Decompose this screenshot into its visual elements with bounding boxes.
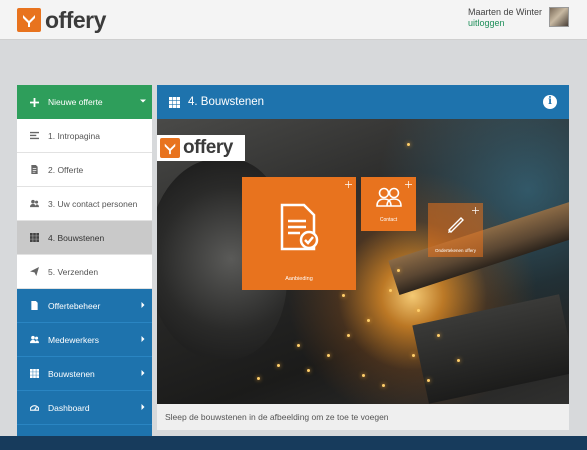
info-icon[interactable]: i [543,95,557,109]
bottom-bar [0,436,587,450]
offery-logo[interactable]: offery [17,8,106,32]
sidebar-item-dashboard[interactable]: Dashboard [17,391,152,425]
building-blocks-canvas[interactable]: offery Aanbieding Contact Ondertekenen o… [157,119,569,404]
document-icon [29,165,39,175]
sidebar-step-label: 4. Bouwstenen [48,232,105,243]
spark [427,379,430,382]
sidebar-step-send[interactable]: 5. Verzenden [17,255,152,289]
tile-label: Ondertekenen offery [435,248,476,253]
building-blocks-panel: 4. Bouwstenen i offery Aanbieding Contac… [157,85,569,430]
sidebar-item-new-offer[interactable]: Nieuwe offerte [17,85,152,119]
grid-icon [29,233,39,243]
dashboard-icon [29,403,39,413]
sidebar-item-label: Offertebeheer [48,300,101,311]
sidebar-item-employees[interactable]: Medewerkers [17,323,152,357]
spark [277,364,280,367]
users-icon [29,335,39,345]
spark [412,354,415,357]
sidebar-item-label: Medewerkers [48,334,100,345]
sidebar-step-label: 5. Verzenden [48,266,99,277]
chevron-right-icon [141,370,145,376]
spark [397,269,400,272]
user-name: Maarten de Winter [467,7,542,17]
sidebar: Nieuwe offerte 1. Intropagina 2. Offerte… [17,85,152,439]
spark [342,294,345,297]
sidebar-step-building-blocks[interactable]: 4. Bouwstenen [17,221,152,255]
tile-contact[interactable]: Contact [361,177,416,231]
spark [307,369,310,372]
sidebar-item-label: Bouwstenen [48,368,95,379]
metal-block-image [412,294,569,404]
document-check-icon [280,203,319,251]
user-info: Maarten de Winter uitloggen [468,7,542,29]
spark [362,374,365,377]
move-icon [345,181,352,188]
tile-offer[interactable]: Aanbieding [242,177,356,290]
panel-header: 4. Bouwstenen i [157,85,569,119]
contacts-icon [375,187,402,207]
panel-footer-hint: Sleep de bouwstenen in de afbeelding om … [157,404,569,430]
spark [382,384,385,387]
tile-label: Contact [379,217,398,223]
file-icon [29,301,39,311]
spark [417,309,420,312]
brand-name: offery [45,7,106,33]
chevron-right-icon [141,404,145,410]
sidebar-item-building-blocks[interactable]: Bouwstenen [17,357,152,391]
panel-title: 4. Bouwstenen [188,96,265,108]
spark [457,359,460,362]
sidebar-step-label: 1. Intropagina [48,130,100,141]
move-icon [405,181,412,188]
text-lines-icon [29,131,39,141]
logo-mark-icon [17,8,41,32]
sidebar-item-offer-management[interactable]: Offertebeheer [17,289,152,323]
spark [327,354,330,357]
tile-label: Aanbieding [285,276,313,282]
tile-signature[interactable]: Ondertekenen offery [428,203,483,257]
sidebar-step-contacts[interactable]: 3. Uw contact personen [17,187,152,221]
chevron-right-icon [141,336,145,342]
sidebar-item-label: Nieuwe offerte [48,97,103,107]
grid-icon [29,369,39,379]
caret-down-icon [140,99,146,103]
spark [407,143,410,146]
pen-icon [447,217,464,233]
avatar[interactable] [549,7,569,27]
logout-link[interactable]: uitloggen [468,18,542,29]
plus-icon [29,97,39,107]
spark [367,319,370,322]
sidebar-step-label: 2. Offerte [48,164,84,175]
spark [297,344,300,347]
send-icon [29,267,39,277]
scene-brand-name: offery [183,137,233,158]
grid-icon [169,96,180,108]
sidebar-step-label: 3. Uw contact personen [48,198,138,209]
sidebar-item-label: Dashboard [48,402,90,413]
users-icon [29,199,39,209]
spark [257,377,260,380]
logo-mark-icon [160,138,180,158]
spark [437,334,440,337]
scene-logo: offery [157,135,245,161]
sidebar-step-offer[interactable]: 2. Offerte [17,153,152,187]
spark [347,334,350,337]
sidebar-step-intro[interactable]: 1. Intropagina [17,119,152,153]
spark [389,289,392,292]
move-icon [472,207,479,214]
chevron-right-icon [141,302,145,308]
top-bar: offery Maarten de Winter uitloggen [0,0,587,40]
